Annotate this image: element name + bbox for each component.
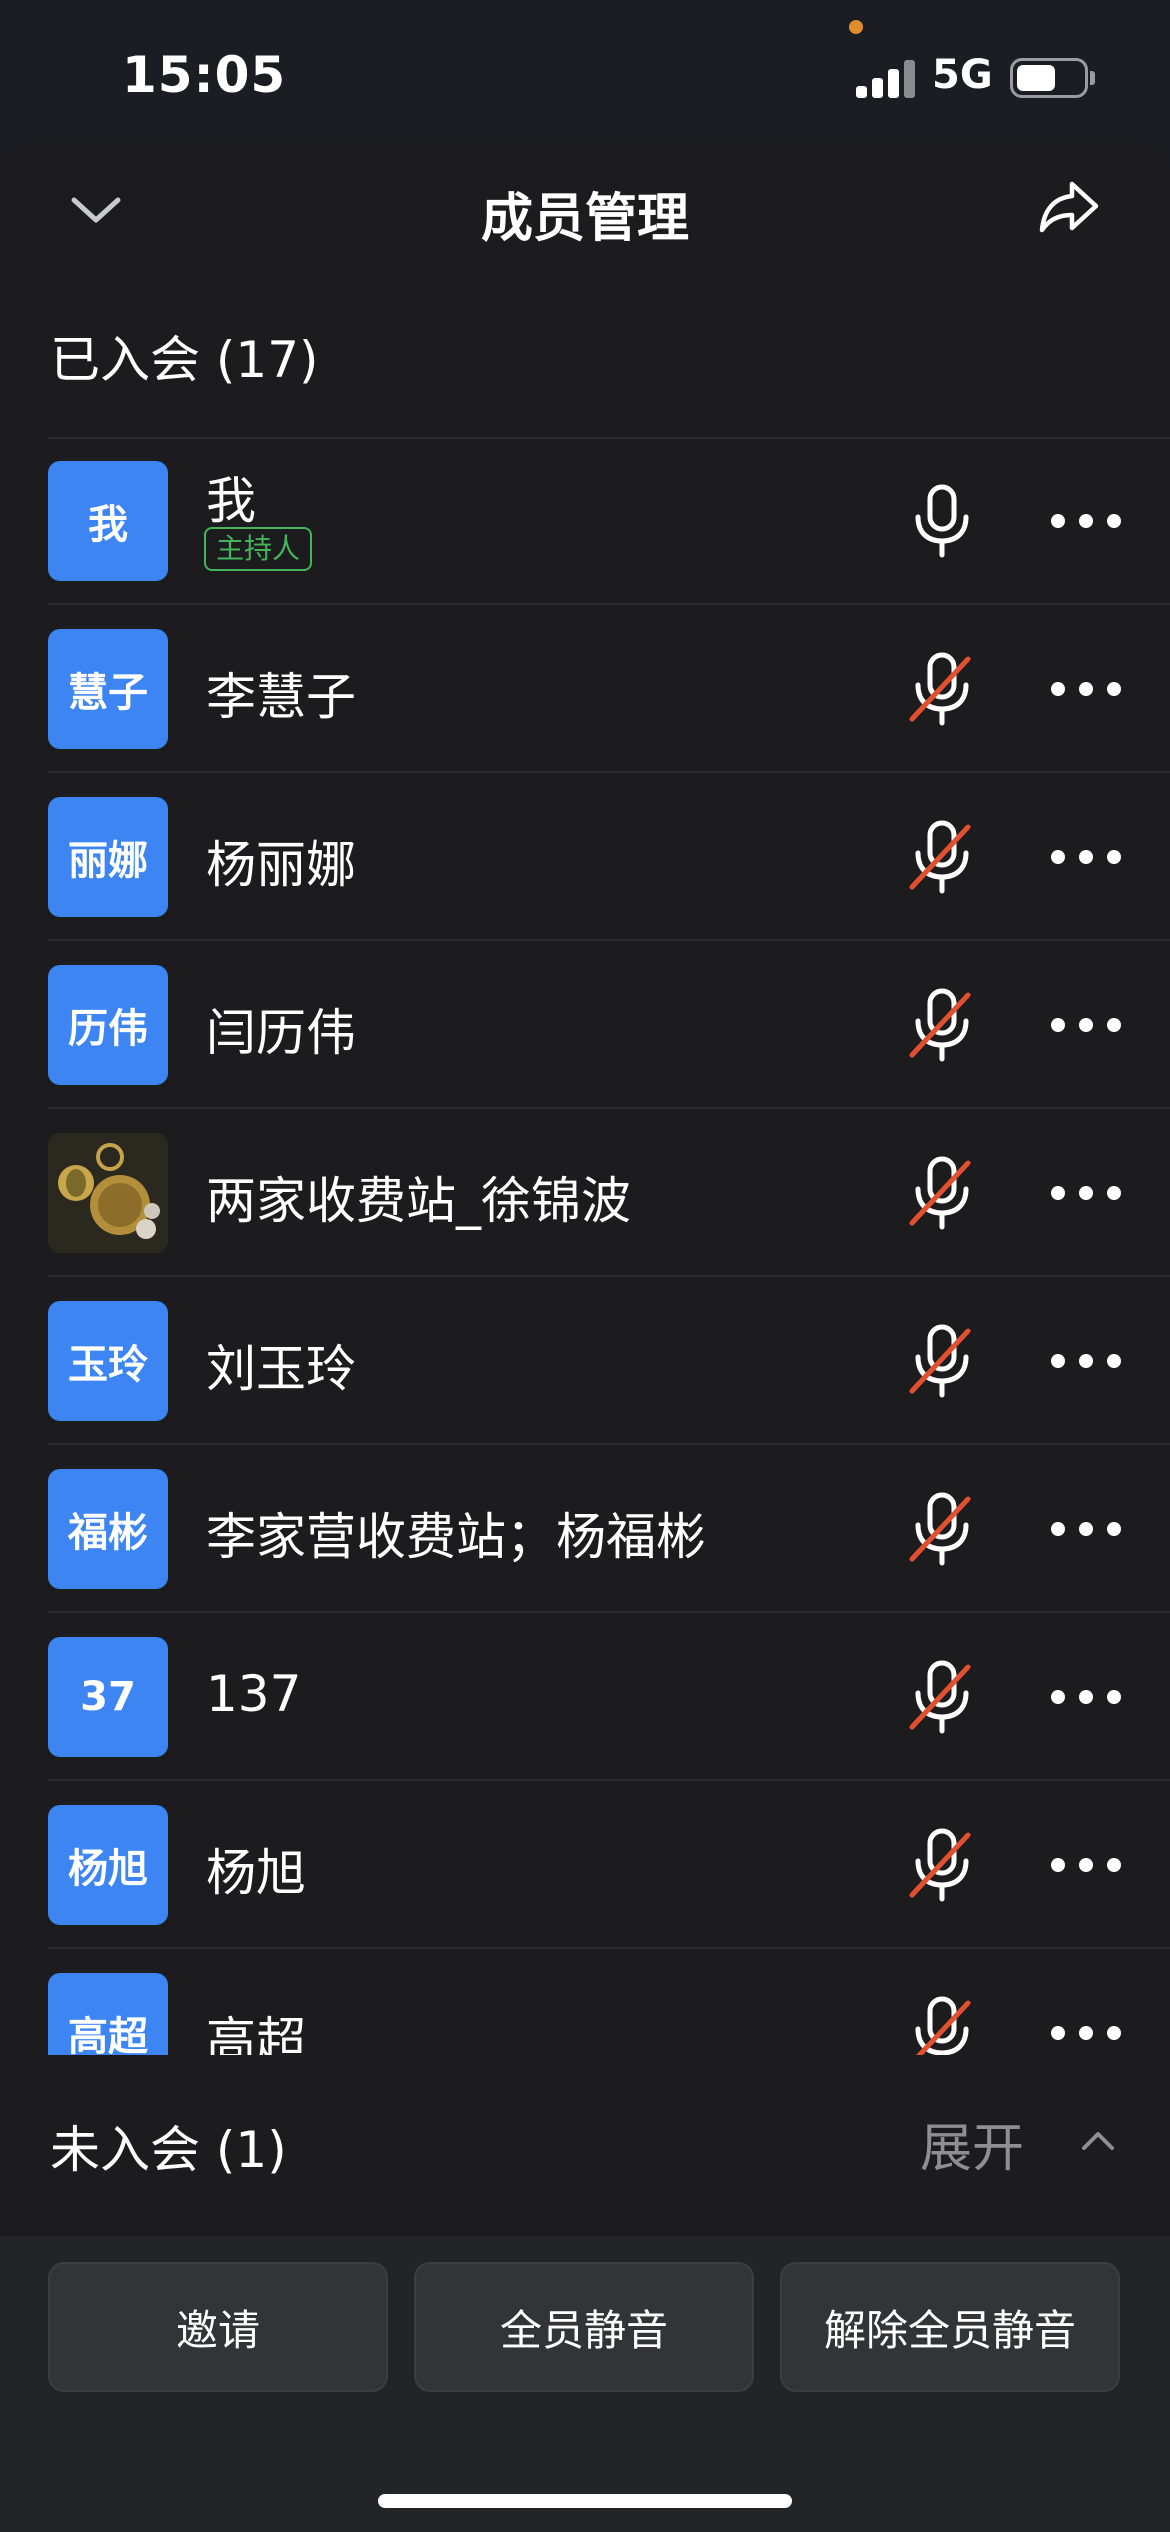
member-row[interactable]: 37 137 xyxy=(0,1613,1170,1781)
avatar: 高超 xyxy=(48,1973,168,2055)
microphone-muted-icon[interactable] xyxy=(906,1659,978,1735)
share-icon xyxy=(1039,181,1099,233)
member-name: 高超 xyxy=(206,2012,306,2055)
member-name: 刘玉玲 xyxy=(206,1340,356,1398)
member-row[interactable]: 玉玲 刘玉玲 xyxy=(0,1277,1170,1445)
member-row[interactable]: 两家收费站_徐锦波 xyxy=(0,1109,1170,1277)
member-name: 李慧子 xyxy=(206,668,356,726)
microphone-muted-icon[interactable] xyxy=(906,987,978,1063)
joined-section-header: 已入会 (17) xyxy=(50,331,319,389)
more-options-icon[interactable] xyxy=(1046,1341,1126,1381)
member-name: 我 xyxy=(206,472,256,530)
battery-cap xyxy=(1090,71,1095,85)
network-type: 5G xyxy=(932,52,993,98)
expand-button[interactable]: 展开 xyxy=(920,2106,1024,2181)
avatar: 福彬 xyxy=(48,1469,168,1589)
microphone-muted-icon[interactable] xyxy=(906,1323,978,1399)
member-name: 闫历伟 xyxy=(206,1004,356,1062)
member-management-screen: 15:05 5G 成员管理 已入会 (17) 我我主持人 慧子 李慧子 丽娜 杨丽娜 历伟… xyxy=(0,0,1170,2532)
more-options-icon[interactable] xyxy=(1046,501,1126,541)
chevron-up-icon[interactable] xyxy=(1078,2124,1118,2154)
bottom-action-bar: 邀请 全员静音 解除全员静音 xyxy=(0,2236,1170,2532)
microphone-icon[interactable] xyxy=(906,483,978,559)
member-row[interactable]: 历伟 闫历伟 xyxy=(0,941,1170,1109)
avatar: 历伟 xyxy=(48,965,168,1085)
home-indicator[interactable] xyxy=(378,2494,792,2508)
avatar: 我 xyxy=(48,461,168,581)
avatar: 丽娜 xyxy=(48,797,168,917)
member-name: 杨旭 xyxy=(206,1844,306,1902)
avatar: 杨旭 xyxy=(48,1805,168,1925)
member-sheet: 成员管理 已入会 (17) 我我主持人 慧子 李慧子 丽娜 杨丽娜 历伟 闫历伟 两家收费站_… xyxy=(0,142,1170,2532)
unmute-all-button[interactable]: 解除全员静音 xyxy=(780,2262,1120,2392)
member-row[interactable]: 高超 高超 xyxy=(0,1949,1170,2055)
status-time: 15:05 xyxy=(122,46,287,104)
host-badge: 主持人 xyxy=(204,527,313,571)
microphone-muted-icon[interactable] xyxy=(906,1827,978,1903)
status-bar: 15:05 5G xyxy=(0,0,1170,140)
member-row[interactable]: 福彬 李家营收费站；杨福彬 xyxy=(0,1445,1170,1613)
microphone-muted-icon[interactable] xyxy=(906,819,978,895)
privacy-indicator-dot xyxy=(849,20,863,34)
member-row[interactable]: 慧子 李慧子 xyxy=(0,605,1170,773)
avatar: 37 xyxy=(48,1637,168,1757)
member-list: 我我主持人 慧子 李慧子 丽娜 杨丽娜 历伟 闫历伟 两家收费站_徐锦波 玉玲 刘玉玲 福彬 李家营收… xyxy=(0,437,1170,2055)
mute-all-button[interactable]: 全员静音 xyxy=(414,2262,754,2392)
member-name: 李家营收费站；杨福彬 xyxy=(206,1508,706,1566)
member-name: 两家收费站_徐锦波 xyxy=(206,1172,631,1230)
nav-bar: 成员管理 xyxy=(0,142,1170,272)
microphone-muted-icon[interactable] xyxy=(906,1155,978,1231)
member-row[interactable]: 丽娜 杨丽娜 xyxy=(0,773,1170,941)
more-options-icon[interactable] xyxy=(1046,2013,1126,2053)
avatar: 玉玲 xyxy=(48,1301,168,1421)
avatar: 慧子 xyxy=(48,629,168,749)
battery-icon xyxy=(1010,58,1088,98)
more-options-icon[interactable] xyxy=(1046,669,1126,709)
more-options-icon[interactable] xyxy=(1046,1173,1126,1213)
microphone-muted-icon[interactable] xyxy=(906,651,978,727)
share-button[interactable] xyxy=(1036,174,1102,240)
more-options-icon[interactable] xyxy=(1046,837,1126,877)
more-options-icon[interactable] xyxy=(1046,1005,1126,1045)
more-options-icon[interactable] xyxy=(1046,1845,1126,1885)
member-row[interactable]: 杨旭 杨旭 xyxy=(0,1781,1170,1949)
microphone-muted-icon[interactable] xyxy=(906,1491,978,1567)
member-name: 杨丽娜 xyxy=(206,836,356,894)
microphone-muted-icon[interactable] xyxy=(906,1995,978,2055)
page-title: 成员管理 xyxy=(480,189,689,249)
member-name: 137 xyxy=(206,1665,302,1723)
photo-avatar xyxy=(48,1133,168,1253)
more-options-icon[interactable] xyxy=(1046,1677,1126,1717)
not-joined-section-header: 未入会 (1) xyxy=(50,2121,287,2179)
invite-button[interactable]: 邀请 xyxy=(48,2262,388,2392)
member-row[interactable]: 我我主持人 xyxy=(0,437,1170,605)
more-options-icon[interactable] xyxy=(1046,1509,1126,1549)
cellular-signal-icon xyxy=(856,58,916,98)
